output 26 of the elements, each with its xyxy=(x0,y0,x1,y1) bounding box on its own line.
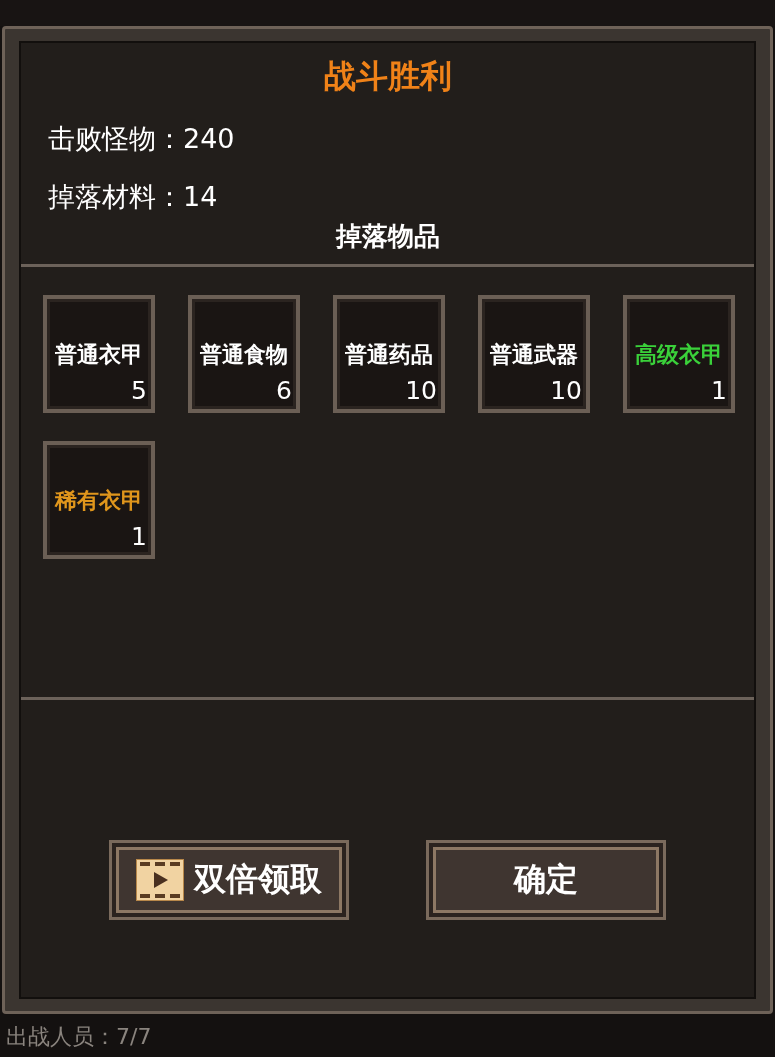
item-count: 10 xyxy=(550,376,582,405)
item-slot[interactable]: 高级衣甲 1 xyxy=(623,295,735,413)
double-reward-button[interactable]: 双倍领取 xyxy=(109,840,350,920)
item-count: 1 xyxy=(131,522,147,551)
section-heading: 掉落物品 xyxy=(334,220,441,253)
item-slot[interactable]: 普通武器 10 xyxy=(478,295,590,413)
item-slot[interactable]: 普通食物 6 xyxy=(188,295,300,413)
item-name: 稀有衣甲 xyxy=(55,487,143,515)
dialog-title: 战斗胜利 xyxy=(322,56,453,97)
stat-text: 掉落材料：14 xyxy=(48,180,219,214)
item-count: 6 xyxy=(276,376,292,405)
item-name: 普通食物 xyxy=(200,341,288,369)
video-play-icon xyxy=(136,859,185,901)
item-name: 普通衣甲 xyxy=(55,341,143,369)
item-name: 高级衣甲 xyxy=(635,341,723,369)
item-slot[interactable]: 稀有衣甲 1 xyxy=(43,441,155,559)
item-count: 5 xyxy=(131,376,147,405)
item-slot[interactable]: 普通衣甲 5 xyxy=(43,295,155,413)
item-name: 普通药品 xyxy=(345,341,433,369)
item-name: 普通武器 xyxy=(490,341,578,369)
team-count-text: 出战人员：7/7 xyxy=(6,1023,153,1051)
stat-text: 击败怪物：240 xyxy=(48,122,236,156)
item-slot[interactable]: 普通药品 10 xyxy=(333,295,445,413)
item-count: 10 xyxy=(405,376,437,405)
confirm-button[interactable]: 确定 xyxy=(425,840,666,920)
item-count: 1 xyxy=(711,376,727,405)
